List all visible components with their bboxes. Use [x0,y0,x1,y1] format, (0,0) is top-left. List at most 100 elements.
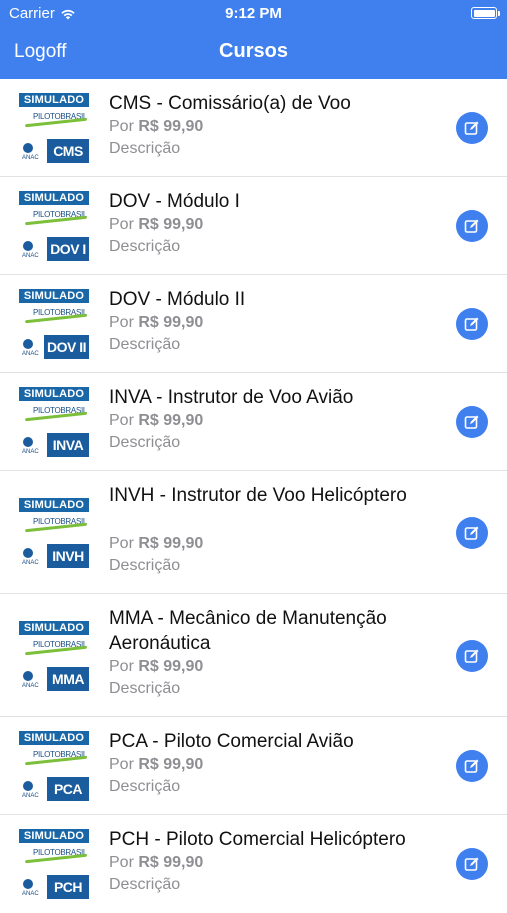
page-title: Cursos [219,40,288,62]
course-title: CMS - Comissário(a) de Voo [109,93,351,114]
edit-course-button[interactable] [456,640,488,672]
course-title: DOV - Módulo II [109,289,246,310]
edit-icon [464,526,479,540]
course-price: Por R$ 99,90 [109,216,203,234]
anac-logo-icon [23,241,33,251]
thumbnail-code: DOV I [47,237,89,261]
thumbnail-code: CMS [47,139,89,163]
course-thumbnail: SIMULADO PILOTOBRASIL ANAC CMS [19,93,89,163]
thumbnail-badge: SIMULADO [19,387,89,401]
edit-course-button[interactable] [456,406,488,438]
course-price: Por R$ 99,90 [109,314,203,332]
edit-icon [464,857,479,871]
course-row[interactable]: SIMULADO PILOTOBRASIL ANAC DOV II DOV - … [0,275,507,373]
thumbnail-badge: SIMULADO [19,731,89,745]
price-value: R$ 99,90 [138,412,204,429]
course-description: Descrição [109,557,181,574]
price-prefix: Por [109,535,134,552]
edit-course-button[interactable] [456,308,488,340]
course-price: Por R$ 99,90 [109,756,203,774]
course-row[interactable]: SIMULADO PILOTOBRASIL ANAC CMS CMS - Com… [0,79,507,177]
anac-logo-icon [23,143,33,153]
course-price: Por R$ 99,90 [109,854,203,872]
thumbnail-badge: SIMULADO [19,93,89,107]
thumbnail-agency: ANAC [22,351,39,357]
status-bar: Carrier 9:12 PM [0,0,507,28]
logoff-button[interactable]: Logoff [14,41,66,63]
edit-course-button[interactable] [456,848,488,880]
course-list: SIMULADO PILOTOBRASIL ANAC CMS CMS - Com… [0,79,507,913]
price-value: R$ 99,90 [138,216,204,233]
price-value: R$ 99,90 [138,854,204,871]
edit-course-button[interactable] [456,517,488,549]
course-row[interactable]: SIMULADO PILOTOBRASIL ANAC DOV I DOV - M… [0,177,507,275]
thumbnail-agency: ANAC [22,155,39,161]
course-thumbnail: SIMULADO PILOTOBRASIL ANAC INVH [19,498,89,568]
price-prefix: Por [109,658,134,675]
thumbnail-badge: SIMULADO [19,289,89,303]
thumbnail-badge: SIMULADO [19,829,89,843]
edit-course-button[interactable] [456,112,488,144]
course-description: Descrição [109,778,181,795]
course-title: INVH - Instrutor de Voo Helicóptero [109,485,407,506]
price-value: R$ 99,90 [138,756,204,773]
status-time: 9:12 PM [225,5,282,22]
thumbnail-agency: ANAC [22,560,39,566]
edit-icon [464,759,479,773]
thumbnail-agency: ANAC [22,793,39,799]
price-value: R$ 99,90 [138,314,204,331]
edit-icon [464,317,479,331]
thumbnail-code: PCH [47,875,89,899]
thumbnail-agency: ANAC [22,449,39,455]
anac-logo-icon [23,548,33,558]
course-title: PCH - Piloto Comercial Helicóptero [109,829,406,850]
price-prefix: Por [109,118,134,135]
navigation-bar: Logoff Cursos [0,28,507,79]
thumbnail-code: MMA [47,667,89,691]
anac-logo-icon [23,671,33,681]
course-thumbnail: SIMULADO PILOTOBRASIL ANAC INVA [19,387,89,457]
thumbnail-code: DOV II [43,335,89,359]
thumbnail-badge: SIMULADO [19,621,89,635]
price-prefix: Por [109,314,134,331]
course-description: Descrição [109,680,181,697]
course-description: Descrição [109,140,181,157]
edit-course-button[interactable] [456,210,488,242]
course-price: Por R$ 99,90 [109,658,203,676]
course-title: PCA - Piloto Comercial Avião [109,731,354,752]
course-description: Descrição [109,336,181,353]
thumbnail-code: INVA [47,433,89,457]
price-prefix: Por [109,412,134,429]
course-description: Descrição [109,876,181,893]
course-row[interactable]: SIMULADO PILOTOBRASIL ANAC INVA INVA - I… [0,373,507,471]
thumbnail-code: PCA [47,777,89,801]
course-title: DOV - Módulo I [109,191,240,212]
course-price: Por R$ 99,90 [109,118,203,136]
course-price: Por R$ 99,90 [109,412,203,430]
course-row[interactable]: SIMULADO PILOTOBRASIL ANAC PCA PCA - Pil… [0,717,507,815]
course-thumbnail: SIMULADO PILOTOBRASIL ANAC DOV I [19,191,89,261]
thumbnail-badge: SIMULADO [19,191,89,205]
course-thumbnail: SIMULADO PILOTOBRASIL ANAC MMA [19,621,89,691]
price-prefix: Por [109,216,134,233]
edit-course-button[interactable] [456,750,488,782]
price-prefix: Por [109,854,134,871]
edit-icon [464,219,479,233]
edit-icon [464,415,479,429]
price-prefix: Por [109,756,134,773]
price-value: R$ 99,90 [138,118,204,135]
course-thumbnail: SIMULADO PILOTOBRASIL ANAC DOV II [19,289,89,359]
course-thumbnail: SIMULADO PILOTOBRASIL ANAC PCA [19,731,89,801]
course-row[interactable]: SIMULADO PILOTOBRASIL ANAC PCH PCH - Pil… [0,815,507,913]
course-thumbnail: SIMULADO PILOTOBRASIL ANAC PCH [19,829,89,899]
anac-logo-icon [23,437,33,447]
course-row[interactable]: SIMULADO PILOTOBRASIL ANAC INVH INVH - I… [0,471,507,594]
thumbnail-agency: ANAC [22,253,39,259]
thumbnail-agency: ANAC [22,683,39,689]
battery-icon [471,7,500,19]
course-row[interactable]: SIMULADO PILOTOBRASIL ANAC MMA MMA - Mec… [0,594,507,717]
anac-logo-icon [23,781,33,791]
course-description: Descrição [109,238,181,255]
anac-logo-icon [23,339,33,349]
course-title: INVA - Instrutor de Voo Avião [109,387,354,408]
